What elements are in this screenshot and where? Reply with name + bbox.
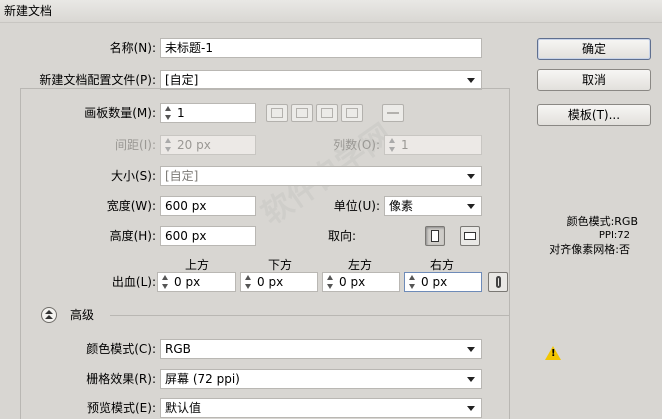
bleed-top-input[interactable]: 0 px	[157, 272, 236, 292]
stepper-icon[interactable]	[163, 106, 173, 120]
size-label: 大小(S):	[110, 169, 156, 183]
stepper-icon[interactable]	[387, 138, 397, 152]
link-icon	[496, 276, 501, 288]
spacing-input[interactable]: 20 px	[160, 135, 256, 155]
profile-label: 新建文档配置文件(P):	[39, 73, 156, 87]
profile-value: [自定]	[165, 73, 199, 87]
raster-effects-value: 屏幕 (72 ppi)	[165, 372, 240, 386]
color-mode-value: RGB	[165, 342, 191, 356]
raster-effects-select[interactable]: 屏幕 (72 ppi)	[160, 369, 482, 389]
info-ppi: PPI:72	[598, 230, 630, 241]
stepper-icon[interactable]	[407, 275, 417, 289]
info-align-pixel-grid: 对齐像素网格:否	[549, 243, 630, 256]
preview-mode-select[interactable]: 默认值	[160, 398, 482, 418]
stepper-icon[interactable]	[163, 138, 173, 152]
bleed-label: 出血(L):	[111, 275, 156, 289]
chevron-down-icon	[467, 406, 475, 411]
chevron-down-icon	[467, 174, 475, 179]
artboards-value: 1	[177, 106, 185, 120]
spacing-value: 20 px	[177, 138, 211, 152]
raster-effects-label: 栅格效果(R):	[86, 372, 156, 386]
arrange-by-row-icon[interactable]	[316, 104, 338, 122]
chevron-down-icon	[467, 377, 475, 382]
size-select[interactable]: [自定]	[160, 166, 482, 186]
portrait-orientation-button[interactable]	[425, 226, 445, 246]
units-label: 单位(U):	[333, 199, 380, 213]
units-select[interactable]: 像素	[384, 196, 482, 216]
preview-mode-label: 预览模式(E):	[87, 401, 156, 415]
arrange-by-column-icon[interactable]	[341, 104, 363, 122]
grid-by-row-icon[interactable]	[266, 104, 288, 122]
width-input[interactable]: 600 px	[160, 196, 256, 216]
artboards-label: 画板数量(M):	[84, 106, 156, 120]
cancel-button[interactable]: 取消	[537, 69, 651, 91]
columns-value: 1	[401, 138, 409, 152]
info-color-mode: 颜色模式:RGB	[566, 215, 638, 228]
height-input[interactable]: 600 px	[160, 226, 256, 246]
bleed-right-value: 0 px	[421, 275, 448, 289]
ok-button[interactable]: 确定	[537, 38, 651, 60]
link-bleed-button[interactable]	[488, 272, 508, 292]
bleed-top-value: 0 px	[174, 275, 201, 289]
advanced-divider	[110, 315, 510, 316]
right-to-left-icon[interactable]	[382, 104, 404, 122]
color-mode-select[interactable]: RGB	[160, 339, 482, 359]
bleed-right-input[interactable]: 0 px	[404, 272, 482, 292]
landscape-icon	[464, 232, 476, 240]
columns-input[interactable]: 1	[384, 135, 482, 155]
stepper-icon[interactable]	[160, 275, 170, 289]
warning-icon: !	[545, 346, 561, 360]
bleed-bottom-value: 0 px	[257, 275, 284, 289]
artboards-input[interactable]: 1	[160, 103, 256, 123]
profile-select[interactable]: [自定]	[160, 70, 482, 90]
landscape-orientation-button[interactable]	[460, 226, 480, 246]
chevron-down-icon	[467, 204, 475, 209]
orientation-label: 取向:	[327, 229, 356, 243]
grid-by-column-icon[interactable]	[291, 104, 313, 122]
portrait-icon	[431, 230, 439, 242]
name-label: 名称(N):	[109, 41, 156, 55]
advanced-label: 高级	[70, 308, 95, 322]
bleed-left-value: 0 px	[339, 275, 366, 289]
chevron-down-icon	[467, 347, 475, 352]
name-input[interactable]: 未标题-1	[160, 38, 482, 58]
stepper-icon[interactable]	[325, 275, 335, 289]
size-value: [自定]	[165, 169, 199, 183]
stepper-icon[interactable]	[243, 275, 253, 289]
width-label: 宽度(W):	[106, 199, 156, 213]
title-bar: 新建文档	[0, 0, 662, 23]
bleed-left-input[interactable]: 0 px	[322, 272, 400, 292]
color-mode-label: 颜色模式(C):	[86, 342, 156, 356]
chevron-down-icon	[467, 78, 475, 83]
advanced-collapse-button[interactable]	[41, 307, 57, 323]
templates-button[interactable]: 模板(T)...	[537, 104, 651, 126]
preview-mode-value: 默认值	[165, 401, 202, 415]
spacing-label: 间距(I):	[115, 138, 156, 152]
units-value: 像素	[389, 199, 414, 213]
window-title: 新建文档	[4, 4, 53, 18]
columns-label: 列数(O):	[333, 138, 380, 152]
height-label: 高度(H):	[109, 229, 156, 243]
bleed-bottom-input[interactable]: 0 px	[240, 272, 318, 292]
